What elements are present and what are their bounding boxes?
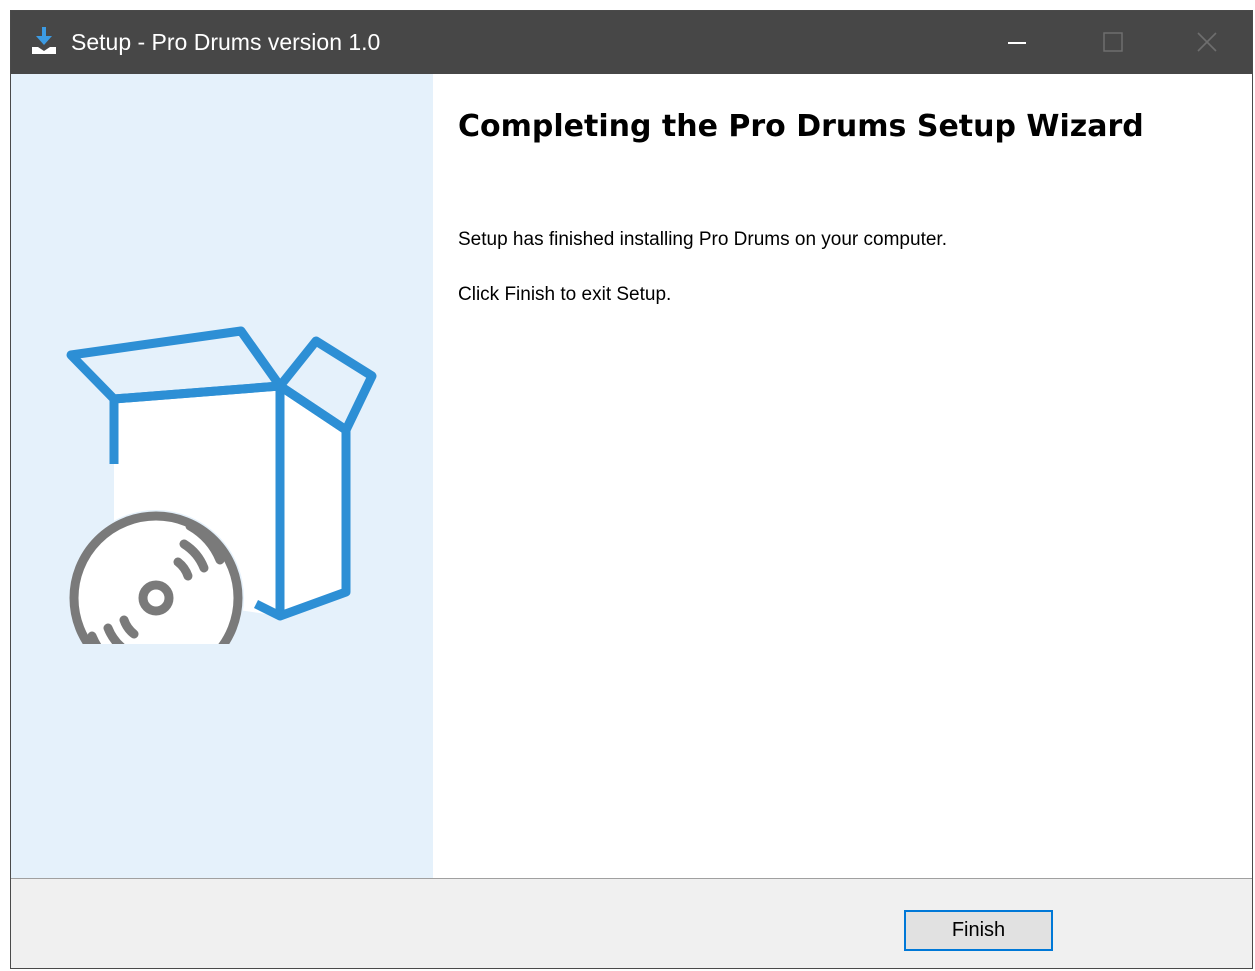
exit-instruction: Click Finish to exit Setup. [458,284,672,305]
software-box-with-disc-icon [66,326,377,644]
page-title: Completing the Pro Drums Setup Wizard [458,109,1144,144]
wizard-sidebar [11,74,433,878]
close-button[interactable] [1161,11,1252,74]
button-bar: Finish [11,878,1252,968]
maximize-button[interactable] [1066,11,1158,74]
finished-message: Setup has finished installing Pro Drums … [458,229,947,250]
window-title: Setup - Pro Drums version 1.0 [71,29,381,55]
installer-download-icon [30,27,58,55]
minimize-icon [1008,42,1026,44]
close-icon [1197,32,1217,52]
finish-button[interactable]: Finish [904,910,1053,951]
disc-center [138,580,174,616]
maximize-icon [1103,32,1123,52]
setup-window: Setup - Pro Drums version 1.0 Completing… [10,10,1253,969]
wizard-content: Completing the Pro Drums Setup Wizard Se… [433,74,1252,878]
minimize-button[interactable] [971,11,1063,74]
title-bar[interactable]: Setup - Pro Drums version 1.0 [11,11,1252,74]
